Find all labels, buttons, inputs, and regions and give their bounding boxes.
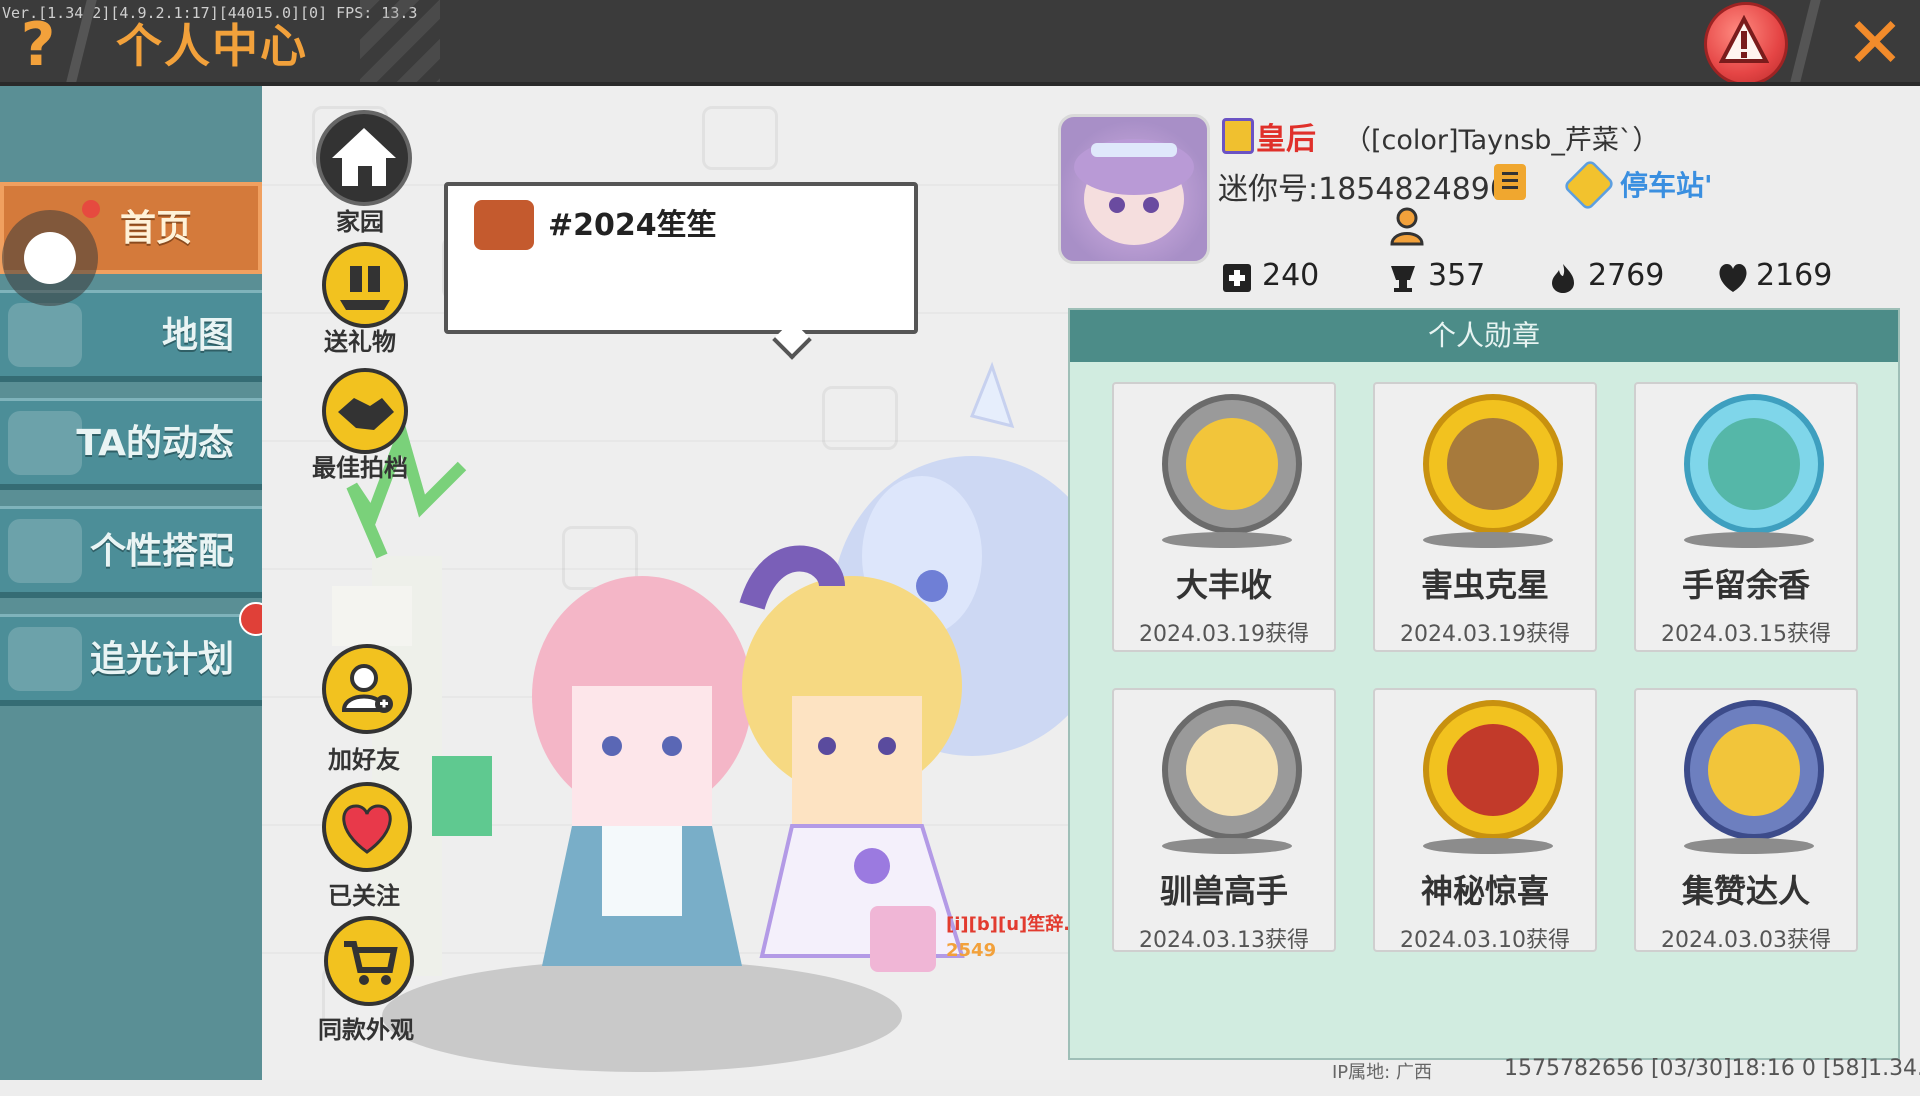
notification-dot <box>82 200 100 218</box>
signature-bubble: #2024笙笙 <box>444 182 918 360</box>
add-box-icon <box>1222 262 1252 294</box>
trophy-person-icon <box>1388 262 1418 294</box>
stat-value: 357 <box>1428 258 1486 293</box>
tag-name: [i][b][u]笙辞. <box>946 914 1071 935</box>
ip-location: IP属地: 广西 <box>1332 1062 1432 1083</box>
divider <box>1789 0 1821 86</box>
nickname: （[color]Taynsb_芹菜`） <box>1344 125 1660 156</box>
stat-value: 240 <box>1262 258 1320 293</box>
sidebar-item-label: 追光计划 <box>89 639 234 680</box>
medal-card[interactable]: 手留余香 2024.03.15获得 <box>1634 382 1858 652</box>
heart-hands-icon <box>1716 262 1747 294</box>
stat-value: 2769 <box>1588 258 1665 293</box>
sidebar-item-label: TA的动态 <box>76 423 234 464</box>
medal-shadow <box>1423 838 1553 854</box>
like-collector-medal-icon <box>1684 700 1824 840</box>
avatar-portrait <box>1074 139 1194 245</box>
help-button[interactable]: ? <box>14 12 62 78</box>
person-icon[interactable] <box>1388 206 1426 246</box>
background-pattern <box>702 106 778 170</box>
copy-glyph <box>1502 172 1518 189</box>
panel-title: 个人勋章 <box>1427 319 1540 352</box>
followed-label: 已关注 <box>328 882 400 910</box>
medal-date: 2024.03.19获得 <box>1400 622 1570 647</box>
handshake-icon <box>338 398 394 430</box>
add-friend-label: 加好友 <box>328 746 400 774</box>
sidebar-item-label: 地图 <box>161 315 234 356</box>
report-button[interactable] <box>1704 2 1788 86</box>
medal-date: 2024.03.19获得 <box>1139 622 1309 647</box>
gift-hand-icon <box>340 266 390 310</box>
mini-id: 迷你号:1854824890 <box>1218 172 1509 207</box>
same-outfit-label: 同款外观 <box>318 1016 414 1044</box>
add-person-icon <box>341 664 393 713</box>
top-bar: Ver.[1.34.2][4.9.2.1:17][44015.0][0] FPS… <box>0 0 1920 86</box>
medal-card[interactable]: 害虫克星 2024.03.19获得 <box>1373 382 1597 652</box>
medal-card[interactable]: 神秘惊喜 2024.03.10获得 <box>1373 688 1597 953</box>
medal-shadow <box>1423 532 1553 548</box>
medal-date: 2024.03.15获得 <box>1661 622 1831 647</box>
follow-button[interactable] <box>322 782 412 872</box>
home-button[interactable] <box>316 110 412 206</box>
tag-number: 2549 <box>946 940 997 961</box>
page-title: 个人中心 <box>116 19 308 73</box>
copy-icon[interactable] <box>1494 164 1526 200</box>
medal-card[interactable]: 大丰收 2024.03.19获得 <box>1112 382 1336 652</box>
sidebar-item-activity[interactable]: TA的动态 <box>0 398 262 490</box>
heart-icon <box>342 804 392 854</box>
warning-icon <box>1719 15 1769 63</box>
signature-text: #2024笙笙 <box>548 208 717 243</box>
medal-date: 2024.03.10获得 <box>1400 928 1570 953</box>
pest-killer-medal-icon <box>1423 394 1563 534</box>
medal-name: 害虫克星 <box>1420 566 1549 604</box>
sidebar-item-label: 个性搭配 <box>89 531 234 572</box>
close-button[interactable]: ✕ <box>1842 8 1908 78</box>
same-outfit-button[interactable] <box>324 916 414 1006</box>
medal-card[interactable]: 驯兽高手 2024.03.13获得 <box>1112 688 1336 953</box>
emoji-icon <box>474 200 534 250</box>
medal-name: 大丰收 <box>1175 566 1272 604</box>
add-friend-button[interactable] <box>322 644 412 734</box>
medal-shadow <box>1162 532 1292 548</box>
virtual-joystick[interactable] <box>2 210 98 306</box>
home-label: 家园 <box>336 208 384 236</box>
medal-shadow <box>1684 838 1814 854</box>
team-name[interactable]: 停车站' <box>1620 164 1713 204</box>
stat-value: 2169 <box>1756 258 1833 293</box>
flame-icon <box>1548 262 1578 294</box>
send-gift-label: 送礼物 <box>324 328 396 356</box>
medal-name: 神秘惊喜 <box>1420 872 1549 910</box>
sidebar-item-chase-light[interactable]: 追光计划 <box>0 614 262 706</box>
best-partner-button[interactable] <box>322 368 408 454</box>
medal-name: 集赞达人 <box>1681 872 1810 910</box>
lingering-fragrance-medal-icon <box>1684 394 1824 534</box>
medal-name: 手留余香 <box>1681 566 1810 604</box>
medal-shadow <box>1162 838 1292 854</box>
rank-icon <box>1222 118 1254 154</box>
medal-date: 2024.03.03获得 <box>1661 928 1831 953</box>
avatar <box>870 906 936 972</box>
medal-shadow <box>1684 532 1814 548</box>
shopping-cart-icon <box>344 941 398 985</box>
pet-owner-tag[interactable]: [i][b][u]笙辞. 2549 <box>870 906 1070 972</box>
harvest-medal-icon <box>1162 394 1302 534</box>
medal-card[interactable]: 集赞达人 2024.03.03获得 <box>1634 688 1858 953</box>
sidebar-item-outfit[interactable]: 个性搭配 <box>0 506 262 598</box>
beast-tamer-medal-icon <box>1162 700 1302 840</box>
debug-info: 1575782656 [03/30]18:16 0 [58]1.34.2 <box>1504 1056 1920 1081</box>
rank-title: 皇后 <box>1256 122 1316 157</box>
mystery-surprise-medal-icon <box>1423 700 1563 840</box>
medal-panel: 个人勋章 大丰收 2024.03.19获得 害虫克星 2024.03.19获得 … <box>1068 308 1900 1060</box>
team-badge-icon <box>1562 158 1616 212</box>
medal-name: 驯兽高手 <box>1159 872 1288 910</box>
best-partner-label: 最佳拍档 <box>312 454 408 482</box>
decorative-pattern <box>360 0 440 86</box>
profile-avatar[interactable] <box>1058 114 1210 264</box>
panel-header: 个人勋章 <box>1070 310 1898 362</box>
medal-date: 2024.03.13获得 <box>1139 928 1309 953</box>
send-gift-button[interactable] <box>322 242 408 328</box>
house-icon <box>332 128 396 186</box>
